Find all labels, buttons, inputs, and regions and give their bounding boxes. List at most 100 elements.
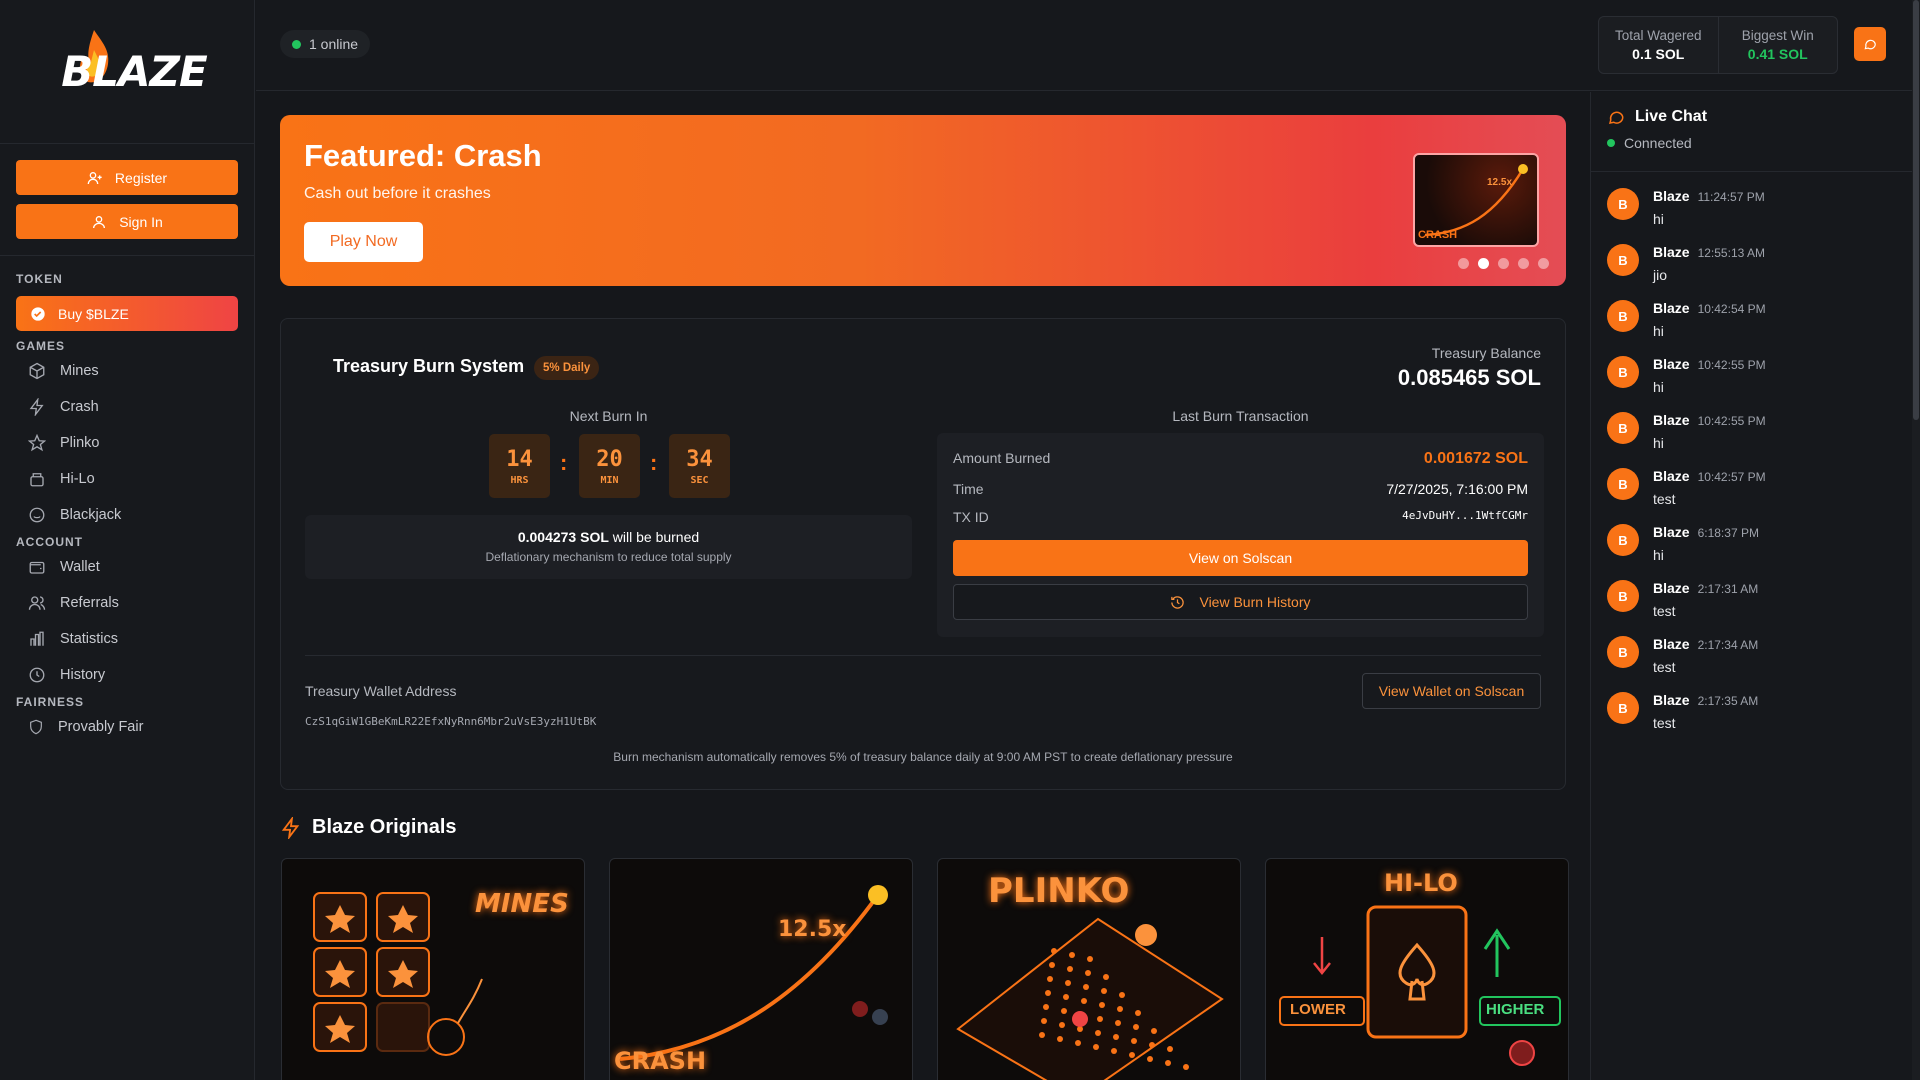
carousel-dot[interactable] [1518, 258, 1529, 269]
game-card-hi-lo[interactable]: HI-LO LOWER HIGHER [1265, 858, 1569, 1080]
carousel-dot[interactable] [1498, 258, 1509, 269]
sidebar-item-referrals[interactable]: Referrals [0, 585, 254, 621]
chat-message-body: Blaze 10:42:57 PM test [1653, 468, 1766, 507]
toggle-chat-button[interactable] [1854, 27, 1886, 61]
buy-token-button[interactable]: Buy $BLZE [16, 296, 238, 331]
sidebar-item-statistics[interactable]: Statistics [0, 621, 254, 657]
chat-message: B Blaze 11:24:57 PM hi [1607, 188, 1765, 227]
avatar[interactable]: B [1607, 300, 1639, 332]
plinko-peg [1133, 1024, 1139, 1030]
sidebar-item-label: Statistics [60, 631, 119, 647]
sidebar-item-plinko[interactable]: Plinko [0, 425, 254, 461]
avatar[interactable]: B [1607, 244, 1639, 276]
chat-username[interactable]: Blaze [1653, 524, 1690, 540]
thumb-label: CRASH [1418, 229, 1458, 241]
plinko-peg [1115, 1020, 1121, 1026]
avatar[interactable]: B [1607, 468, 1639, 500]
page-scrollbar[interactable] [1912, 0, 1920, 1080]
view-wallet-button[interactable]: View Wallet on Solscan [1362, 673, 1541, 709]
chat-message-text: hi [1653, 435, 1664, 451]
avatar[interactable]: B [1607, 692, 1639, 724]
online-count: 1 online [309, 36, 359, 52]
avatar[interactable]: B [1607, 412, 1639, 444]
chat-username[interactable]: Blaze [1653, 300, 1690, 316]
total-wagered-stat: Total Wagered 0.1 SOL [1599, 17, 1718, 73]
chat-message-body: Blaze 2:17:34 AM test [1653, 636, 1758, 675]
carousel-dot-active[interactable] [1478, 258, 1489, 269]
connected-dot [1607, 139, 1615, 147]
online-indicator: 1 online [280, 30, 371, 58]
countdown-number: 34 [686, 446, 713, 472]
last-burn-box: Amount Burned 0.001672 SOL Time 7/27/2025,… [937, 433, 1544, 637]
register-button[interactable]: Register [16, 160, 238, 195]
logo[interactable]: BLAZE [0, 0, 254, 144]
sidebar-item-mines[interactable]: Mines [0, 353, 254, 389]
amount-burned-value: 0.001672 SOL [1423, 450, 1528, 467]
treasury-title: Treasury Burn System [333, 356, 525, 376]
sidebar-item-history[interactable]: History [0, 657, 254, 693]
sidebar-item-hi-lo[interactable]: Hi-Lo [0, 461, 254, 497]
chat-timestamp: 2:17:35 AM [1697, 694, 1759, 708]
chat-message-text: test [1653, 491, 1676, 507]
scrollbar-thumb[interactable] [1913, 0, 1919, 420]
carousel-dot[interactable] [1458, 258, 1469, 269]
thumb-multiplier: 12.5x [1487, 177, 1513, 188]
view-on-solscan-button[interactable]: View on Solscan [953, 540, 1528, 576]
games-nav: Mines Crash Plinko Hi-Lo Blackjack [0, 353, 254, 533]
plinko-peg [1083, 984, 1089, 990]
avatar[interactable]: B [1607, 524, 1639, 556]
sidebar-item-provably-fair[interactable]: Provably Fair [0, 709, 254, 745]
banner-thumbnail[interactable]: 12.5x CRASH [1413, 153, 1539, 247]
wallet-address-value[interactable]: CzS1qGiW1GBeKmLR22EfxNyRnn6Mbr2uVsE3yzH1… [305, 715, 596, 728]
upcoming-burn-text: 0.004273 SOL will be burned [305, 529, 912, 545]
chat-timestamp: 2:17:34 AM [1697, 638, 1759, 652]
plinko-peg [1063, 994, 1069, 1000]
burn-time-row: Time 7/27/2025, 7:16:00 PM [953, 481, 1528, 497]
featured-banner[interactable]: Featured: Crash Cash out before it crash… [280, 115, 1566, 286]
avatar[interactable]: B [1607, 356, 1639, 388]
chat-username[interactable]: Blaze [1653, 412, 1690, 428]
originals-title: Blaze Originals [312, 816, 457, 838]
sidebar-item-label: Hi-Lo [60, 471, 95, 487]
upcoming-burn-box: 0.004273 SOL will be burned Deflationary… [305, 515, 912, 579]
upcoming-burn-desc: Deflationary mechanism to reduce total s… [485, 550, 732, 564]
tx-id-value[interactable]: 4eJvDuHY...1WtfCGMr [1402, 509, 1528, 525]
play-now-button[interactable]: Play Now [304, 222, 423, 262]
chat-timestamp: 6:18:37 PM [1697, 526, 1759, 540]
carousel-dot[interactable] [1538, 258, 1549, 269]
chat-username[interactable]: Blaze [1653, 244, 1690, 260]
sidebar-item-label: Plinko [60, 435, 100, 451]
chat-message: B Blaze 10:42:57 PM test [1607, 468, 1766, 507]
chat-username[interactable]: Blaze [1653, 636, 1690, 652]
avatar[interactable]: B [1607, 580, 1639, 612]
game-card-mines[interactable]: MINES [281, 858, 585, 1080]
plinko-peg [1075, 1040, 1081, 1046]
chat-username[interactable]: Blaze [1653, 188, 1690, 204]
chat-username[interactable]: Blaze [1653, 356, 1690, 372]
chat-username[interactable]: Blaze [1653, 468, 1690, 484]
bolt-icon [29, 398, 44, 416]
game-card-crash[interactable]: 12.5x CRASH [609, 858, 913, 1080]
auth-section: Register Sign In [0, 144, 254, 256]
sidebar-item-blackjack[interactable]: Blackjack [0, 497, 254, 533]
avatar[interactable]: B [1607, 188, 1639, 220]
game-card-plinko[interactable]: PLINKO [937, 858, 1241, 1080]
chat-timestamp: 10:42:57 PM [1697, 470, 1766, 484]
view-burn-history-button[interactable]: View Burn History [953, 584, 1528, 620]
sidebar-item-crash[interactable]: Crash [0, 389, 254, 425]
countdown-seconds: 34 SEC [669, 434, 730, 498]
sign-in-button[interactable]: Sign In [16, 204, 238, 239]
countdown-separator: : [650, 450, 658, 475]
user-icon [93, 215, 106, 228]
avatar[interactable]: B [1607, 636, 1639, 668]
plinko-peg [1111, 1048, 1117, 1054]
chat-username[interactable]: Blaze [1653, 692, 1690, 708]
plinko-peg [1059, 1022, 1065, 1028]
chat-username[interactable]: Blaze [1653, 580, 1690, 596]
wallet-icon [29, 561, 45, 574]
chat-timestamp: 11:24:57 PM [1697, 190, 1765, 204]
chat-timestamp: 2:17:31 AM [1697, 582, 1759, 596]
plinko-peg [1067, 966, 1073, 972]
chat-message-text: jio [1653, 267, 1668, 283]
sidebar-item-wallet[interactable]: Wallet [0, 549, 254, 585]
